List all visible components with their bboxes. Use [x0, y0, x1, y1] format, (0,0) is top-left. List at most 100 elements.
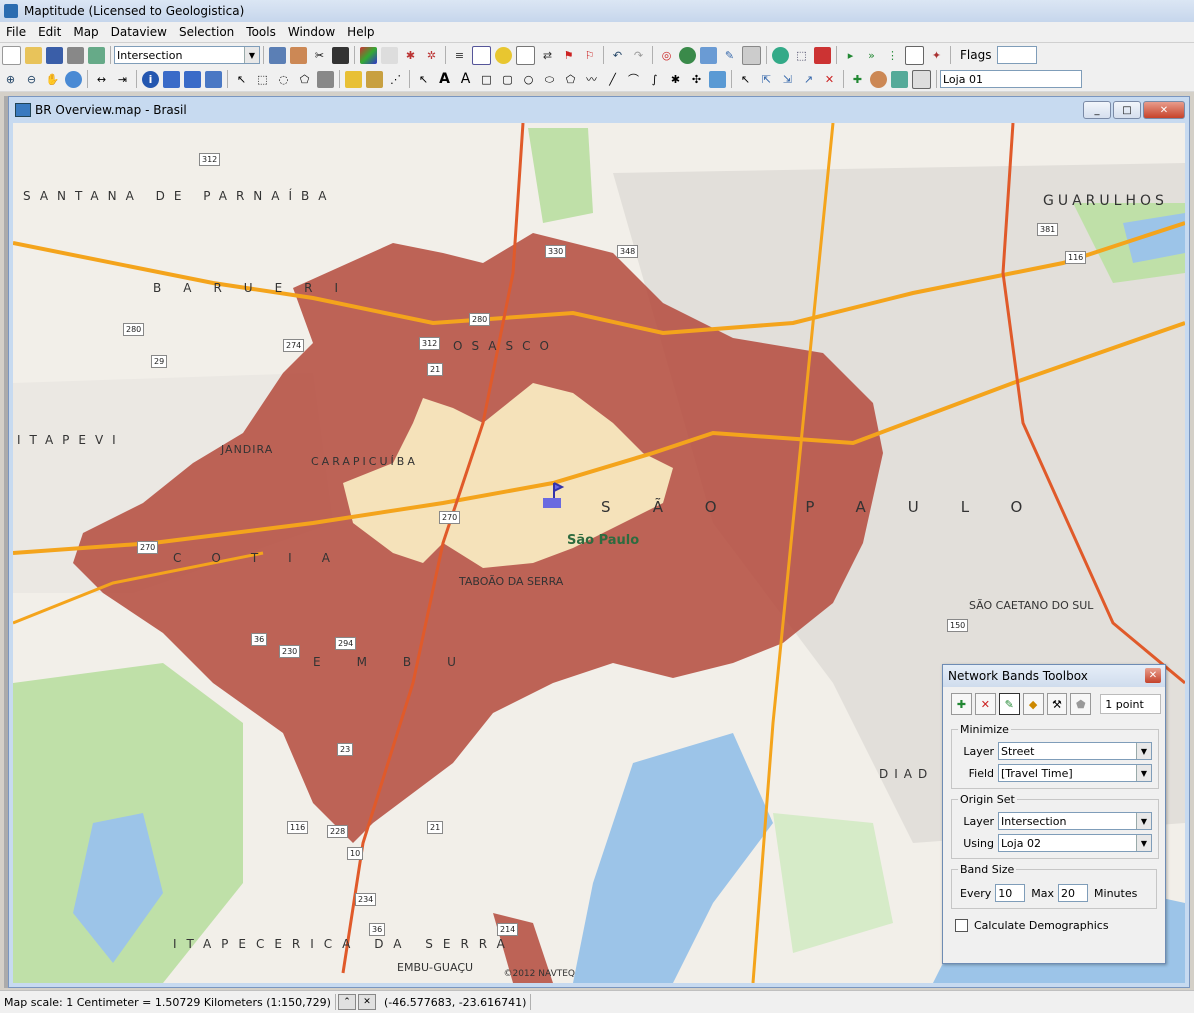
band-every-input[interactable]: 10 [995, 884, 1026, 902]
select-delete-icon[interactable]: ✕ [821, 71, 838, 88]
territory-icon[interactable] [891, 70, 908, 88]
zoom-region-icon[interactable] [700, 46, 717, 64]
route-list-icon[interactable]: ⋮ [884, 47, 901, 64]
add-point-icon[interactable]: ✚ [849, 71, 866, 88]
band-theme-icon[interactable]: ◆ [1022, 693, 1044, 715]
scale-cancel-icon[interactable]: ✕ [357, 994, 376, 1010]
freehand-tool-icon[interactable]: ∫ [646, 71, 663, 88]
select-pick-icon[interactable]: ⇱ [758, 71, 775, 88]
minimize-button[interactable]: _ [1083, 101, 1111, 119]
redo-icon[interactable]: ↷ [630, 47, 647, 64]
select-polygon-icon[interactable]: ⬠ [296, 71, 313, 88]
origin-using-select[interactable]: Loja 02 ▼ [998, 834, 1152, 852]
route-icon[interactable]: ⇄ [539, 47, 556, 64]
scissors-icon[interactable]: ✂ [311, 47, 328, 64]
open-folder-icon[interactable] [25, 46, 42, 64]
database-icon[interactable] [205, 70, 222, 88]
legend-icon[interactable] [290, 46, 307, 64]
scale-icon[interactable]: ↔ [93, 71, 110, 88]
menu-dataview[interactable]: Dataview [105, 25, 173, 39]
target-icon[interactable]: ◎ [658, 47, 675, 64]
menu-map[interactable]: Map [67, 25, 104, 39]
chevron-down-icon[interactable]: ▼ [1136, 743, 1151, 759]
print-icon[interactable] [67, 46, 84, 64]
layer-info-icon[interactable] [184, 70, 201, 88]
polygon-tool-icon[interactable]: ⬠ [562, 71, 579, 88]
image-tool-icon[interactable] [709, 70, 726, 88]
minimize-field-select[interactable]: [Travel Time] ▼ [998, 764, 1152, 782]
menu-file[interactable]: File [0, 25, 32, 39]
grid-edit-icon[interactable] [366, 70, 383, 88]
map-window-titlebar[interactable]: BR Overview.map - Brasil _ □ ✕ [9, 97, 1189, 123]
undo-icon[interactable]: ↶ [609, 47, 626, 64]
info-icon[interactable]: i [142, 70, 159, 88]
select-area-icon[interactable]: ⇲ [779, 71, 796, 88]
text-tool-icon[interactable]: A [436, 71, 453, 88]
chevron-down-icon[interactable]: ▼ [1136, 813, 1151, 829]
layers-icon[interactable] [269, 46, 286, 64]
measure-icon[interactable]: ⇥ [114, 71, 131, 88]
window-layout-icon[interactable] [912, 69, 931, 89]
arrow-tool-icon[interactable]: ↖ [415, 71, 432, 88]
flag-icon[interactable]: ⚑ [560, 47, 577, 64]
route-settings-icon[interactable]: ✦ [928, 47, 945, 64]
line-tool-icon[interactable]: ╱ [604, 71, 621, 88]
zoom-out-icon[interactable]: ⊖ [23, 71, 40, 88]
route-fast-icon[interactable]: » [863, 47, 880, 64]
polyline-tool-icon[interactable]: 〰 [583, 71, 600, 88]
theme-map-icon[interactable] [360, 46, 377, 64]
chart-theme-icon[interactable]: ✲ [423, 47, 440, 64]
flags-input[interactable] [997, 46, 1038, 64]
chevron-down-icon[interactable]: ▼ [1136, 835, 1151, 851]
menu-help[interactable]: Help [341, 25, 380, 39]
clear-selection-icon[interactable] [317, 70, 334, 88]
calculate-demographics-checkbox[interactable]: Calculate Demographics [955, 919, 1165, 932]
band-max-input[interactable]: 20 [1058, 884, 1089, 902]
pushpin-icon[interactable]: ✎ [721, 47, 738, 64]
table-icon[interactable] [472, 45, 491, 65]
dot-density-icon[interactable] [381, 46, 398, 64]
layer-combo[interactable]: Intersection ▼ [114, 46, 260, 64]
scale-up-icon[interactable]: ⌃ [337, 994, 356, 1010]
select-pin-icon[interactable]: ↗ [800, 71, 817, 88]
zoom-in-icon[interactable]: ⊕ [2, 71, 19, 88]
select-feature-icon[interactable]: ↖ [737, 71, 754, 88]
minimize-layer-select[interactable]: Street ▼ [998, 742, 1152, 760]
menu-selection[interactable]: Selection [173, 25, 240, 39]
chevron-down-icon[interactable]: ▼ [244, 47, 259, 63]
circle-tool-icon[interactable]: ○ [520, 71, 537, 88]
select-pointer-icon[interactable]: ↖ [233, 71, 250, 88]
menu-window[interactable]: Window [282, 25, 341, 39]
route-forward-icon[interactable]: ▸ [842, 47, 859, 64]
node-icon[interactable]: ⋰ [387, 71, 404, 88]
square-tool-icon[interactable]: □ [478, 71, 495, 88]
text-italic-icon[interactable]: A [457, 71, 474, 88]
origin-layer-select[interactable]: Intersection ▼ [998, 812, 1152, 830]
chevron-down-icon[interactable]: ▼ [1136, 765, 1151, 781]
settings-tools-icon[interactable]: ⚒ [1046, 693, 1068, 715]
checkbox-box[interactable] [955, 919, 968, 932]
car-icon[interactable] [814, 46, 831, 64]
select-box-icon[interactable]: ⬚ [254, 71, 271, 88]
select-map-icon[interactable]: ⬚ [793, 47, 810, 64]
print-preview-icon[interactable] [88, 46, 105, 64]
save-icon[interactable] [46, 46, 63, 64]
label-icon[interactable] [516, 45, 535, 65]
new-file-icon[interactable] [2, 45, 21, 65]
find-binoculars-icon[interactable] [332, 46, 349, 64]
ellipse-tool-icon[interactable]: ⬭ [541, 71, 558, 88]
grid-icon[interactable] [742, 45, 761, 65]
menu-tools[interactable]: Tools [240, 25, 282, 39]
world-icon[interactable] [772, 46, 789, 64]
compass-tool-icon[interactable]: ✣ [688, 71, 705, 88]
people-icon[interactable] [870, 70, 887, 88]
menu-edit[interactable]: Edit [32, 25, 67, 39]
draw-band-icon[interactable]: ✎ [998, 693, 1020, 715]
rounded-rect-tool-icon[interactable]: ▢ [499, 71, 516, 88]
route-report-icon[interactable] [905, 45, 924, 65]
clear-band-icon[interactable]: ⬟ [1070, 693, 1092, 715]
pan-hand-icon[interactable]: ✋ [44, 71, 61, 88]
globe-icon[interactable] [679, 46, 696, 64]
select-circle-icon[interactable]: ◌ [275, 71, 292, 88]
curve-tool-icon[interactable]: ⌒ [625, 71, 642, 88]
